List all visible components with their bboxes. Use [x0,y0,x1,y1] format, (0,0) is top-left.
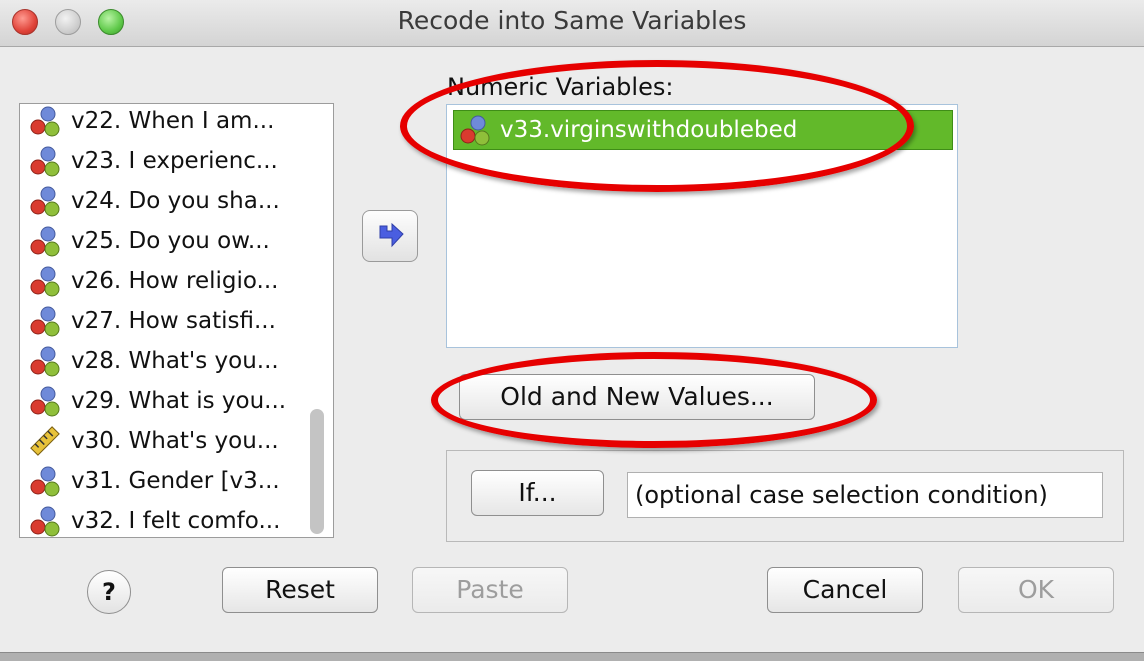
variable-list-item[interactable]: v28. What's you... [28,341,279,381]
variable-list-item[interactable]: v29. What is you... [28,381,286,421]
variable-list-item-label: v29. What is you... [71,388,287,414]
nominal-icon [460,115,490,146]
arrow-right-icon [379,222,404,248]
scrollbar-thumb[interactable] [310,409,324,534]
variable-list-item[interactable]: v31. Gender [v3... [28,461,280,501]
variable-list-item-label: v28. What's you... [71,348,279,374]
variable-list-item[interactable]: v30. What's you... [28,421,279,461]
nominal-icon [30,266,60,297]
variable-list-item[interactable]: v27. How satisfi... [28,301,276,341]
numeric-variables-list[interactable]: v33.virginswithdoublebed [446,104,958,348]
variable-list-item-label: v26. How religio... [71,268,279,294]
case-selection-condition-field: (optional case selection condition) [627,472,1103,518]
nominal-icon [30,146,60,177]
nominal-icon [30,346,60,377]
variable-list-item-label: v32. I felt comfo... [71,508,281,534]
variable-list-item-label: v24. Do you sha... [71,188,280,214]
variable-list-item-label: v27. How satisfi... [71,308,276,334]
help-button[interactable]: ? [87,570,131,614]
scale-icon [30,426,60,456]
nominal-icon [30,186,60,217]
nominal-icon [30,226,60,257]
reset-button[interactable]: Reset [222,567,378,613]
variable-list-item[interactable]: v32. I felt comfo... [28,501,281,537]
variable-list-item-label: v30. What's you... [71,428,279,454]
selected-variable-label: v33.virginswithdoublebed [500,117,798,143]
ok-button[interactable]: OK [958,567,1114,613]
paste-button[interactable]: Paste [412,567,568,613]
nominal-icon [30,306,60,337]
variable-list-item-label: v31. Gender [v3... [71,468,280,494]
cancel-button[interactable]: Cancel [767,567,923,613]
variable-list-item-label: v25. Do you ow... [71,228,270,254]
old-and-new-values-button[interactable]: Old and New Values... [459,374,815,420]
variable-list-item-label: v23. I experienc... [71,148,278,174]
variable-list-item-label: v22. When I am... [71,108,275,134]
title-bar: Recode into Same Variables [0,0,1144,47]
move-variable-button[interactable] [362,210,418,262]
if-button[interactable]: If... [471,470,604,516]
source-variable-list[interactable]: v22. When I am... v23. I experienc... v24.… [19,103,334,538]
nominal-icon [30,506,60,537]
variable-list-item[interactable]: v24. Do you sha... [28,181,280,221]
nominal-icon [30,106,60,137]
variable-list-item[interactable]: v26. How religio... [28,261,278,301]
nominal-icon [30,466,60,497]
window-title: Recode into Same Variables [397,6,747,35]
variable-list-item[interactable]: v25. Do you ow... [28,221,270,261]
nominal-icon [30,386,60,417]
variable-list-item[interactable]: v23. I experienc... [28,141,278,181]
selected-variable-item[interactable]: v33.virginswithdoublebed [453,110,953,150]
variable-list-item[interactable]: v22. When I am... [28,104,275,141]
numeric-variables-label: Numeric Variables: [447,73,674,101]
